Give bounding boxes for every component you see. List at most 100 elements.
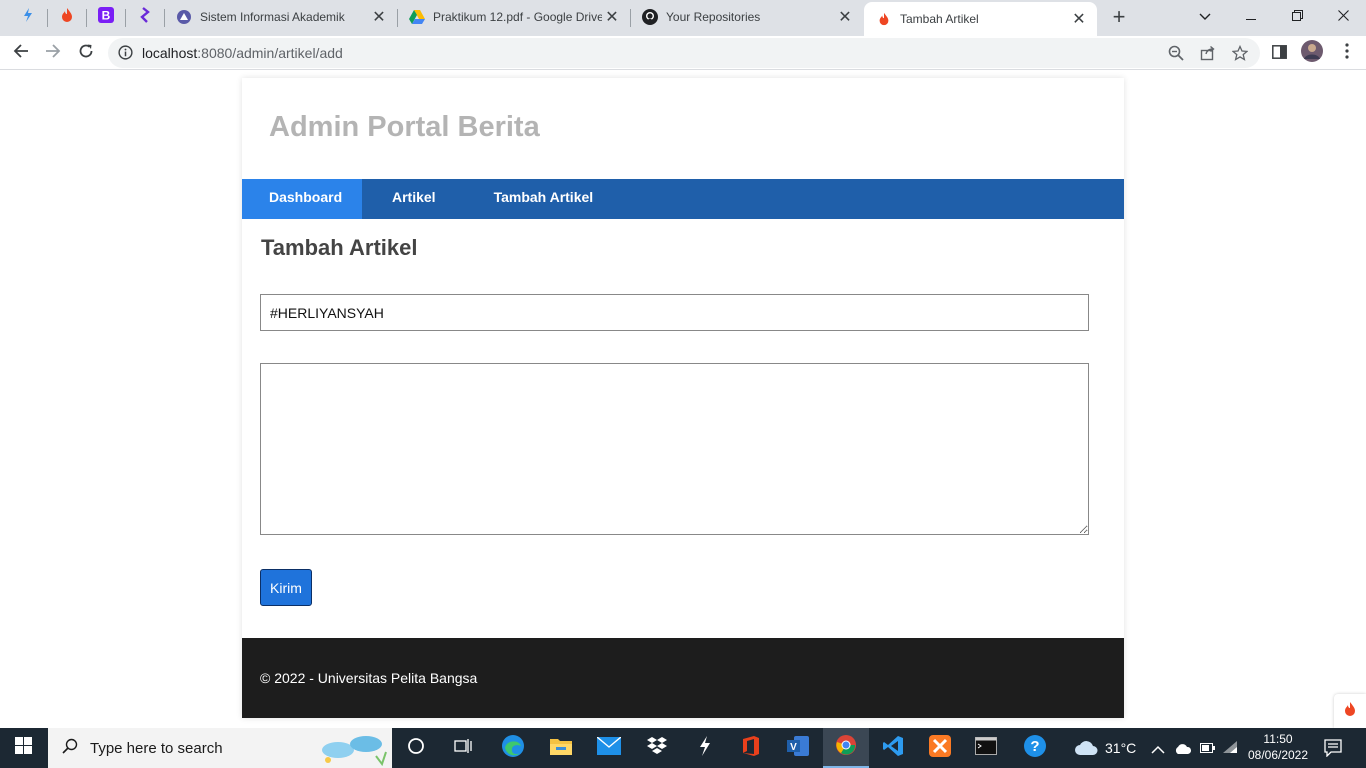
page-container: Admin Portal Berita Dashboard Artikel Ta… bbox=[242, 78, 1124, 718]
svg-text:?: ? bbox=[1030, 738, 1039, 755]
university-logo-icon bbox=[176, 9, 192, 25]
taskbar-chrome[interactable] bbox=[823, 728, 869, 768]
taskbar-terminal[interactable] bbox=[963, 728, 1009, 768]
close-tab-icon[interactable]: ✕ bbox=[602, 7, 622, 27]
taskbar-vscode[interactable] bbox=[870, 728, 916, 768]
taskbar-file-explorer[interactable] bbox=[538, 728, 584, 768]
svg-text:B: B bbox=[102, 8, 111, 22]
avatar bbox=[1301, 39, 1323, 67]
tab-title: Your Repositories bbox=[666, 10, 761, 24]
stripe-s-icon bbox=[137, 6, 153, 28]
minimize-icon bbox=[1246, 8, 1256, 24]
tab-title: Sistem Informasi Akademik bbox=[200, 10, 345, 24]
help-icon: ? bbox=[1023, 734, 1047, 763]
nav-artikel[interactable]: Artikel bbox=[362, 179, 464, 219]
taskbar-app[interactable] bbox=[682, 728, 728, 768]
taskbar-search-box[interactable]: Type here to search bbox=[48, 728, 392, 768]
debug-toolbar-button[interactable] bbox=[1334, 694, 1366, 728]
close-tab-icon[interactable]: ✕ bbox=[1069, 9, 1089, 29]
nav-tambah-artikel[interactable]: Tambah Artikel bbox=[464, 179, 622, 219]
notification-icon[interactable] bbox=[1324, 739, 1342, 762]
bootstrap-icon: B bbox=[98, 6, 114, 28]
side-panel-button[interactable] bbox=[1266, 40, 1292, 66]
wifi-icon[interactable] bbox=[1222, 740, 1238, 759]
close-icon bbox=[1337, 8, 1349, 24]
edge-icon bbox=[501, 734, 525, 763]
close-tab-icon[interactable]: ✕ bbox=[835, 7, 855, 27]
close-window-button[interactable] bbox=[1320, 0, 1366, 32]
mail-icon bbox=[596, 735, 622, 760]
clock-time: 11:50 bbox=[1263, 732, 1293, 746]
pinned-tab-1[interactable] bbox=[8, 0, 48, 34]
windows-taskbar: Type here to search V ? 31°C 11:50 08/06… bbox=[0, 728, 1366, 768]
tab-google-drive[interactable]: Praktikum 12.pdf - Google Drive ✕ bbox=[397, 0, 630, 34]
task-view-icon bbox=[454, 738, 472, 759]
profile-avatar[interactable] bbox=[1299, 39, 1325, 67]
browser-toolbar: localhost:8080/admin/artikel/add bbox=[0, 36, 1366, 70]
page-viewport: Admin Portal Berita Dashboard Artikel Ta… bbox=[0, 70, 1366, 728]
terminal-icon bbox=[975, 736, 997, 760]
flame-icon bbox=[1342, 701, 1358, 722]
new-tab-button[interactable]: + bbox=[1106, 4, 1132, 30]
taskbar-help[interactable]: ? bbox=[1012, 728, 1058, 768]
search-icon bbox=[62, 738, 78, 759]
flame-icon bbox=[59, 7, 75, 28]
taskbar-dropbox[interactable] bbox=[634, 728, 680, 768]
taskbar-visio[interactable]: V bbox=[775, 728, 821, 768]
github-icon bbox=[642, 9, 658, 25]
lightning-app-icon bbox=[697, 735, 713, 762]
onedrive-icon[interactable] bbox=[1174, 742, 1192, 760]
url-host: localhost bbox=[142, 45, 198, 61]
task-view-button[interactable] bbox=[440, 728, 486, 768]
side-panel-icon bbox=[1271, 43, 1287, 64]
system-clock[interactable]: 11:50 08/06/2022 bbox=[1240, 731, 1316, 763]
tab-github[interactable]: Your Repositories ✕ bbox=[630, 0, 863, 34]
taskbar-mail[interactable] bbox=[586, 728, 632, 768]
taskbar-office[interactable] bbox=[728, 728, 774, 768]
pinned-tab-2[interactable] bbox=[47, 0, 87, 34]
back-button[interactable] bbox=[8, 40, 34, 66]
nav-dashboard[interactable]: Dashboard bbox=[242, 179, 362, 219]
tab-sistem-informasi[interactable]: Sistem Informasi Akademik ✕ bbox=[164, 0, 397, 34]
taskbar-xampp[interactable] bbox=[917, 728, 963, 768]
share-icon[interactable] bbox=[1200, 45, 1216, 66]
arrow-left-icon bbox=[13, 43, 29, 64]
forward-button[interactable] bbox=[40, 40, 66, 66]
taskbar-edge[interactable] bbox=[490, 728, 536, 768]
browser-tab-strip: B Sistem Informasi Akademik ✕ Praktikum … bbox=[0, 0, 1366, 36]
page-title: Tambah Artikel bbox=[261, 235, 418, 260]
site-footer: © 2022 - Universitas Pelita Bangsa bbox=[242, 638, 1124, 718]
cortana-circle-icon bbox=[407, 737, 425, 760]
tab-search-button[interactable] bbox=[1182, 0, 1228, 32]
tab-title: Tambah Artikel bbox=[900, 12, 979, 26]
kirim-button[interactable]: Kirim bbox=[260, 569, 312, 606]
minimize-button[interactable] bbox=[1228, 0, 1274, 32]
pinned-tab-3[interactable]: B bbox=[86, 0, 126, 34]
tab-tambah-artikel[interactable]: Tambah Artikel ✕ bbox=[864, 2, 1097, 36]
close-tab-icon[interactable]: ✕ bbox=[369, 7, 389, 27]
visio-icon: V bbox=[786, 735, 810, 762]
judul-input[interactable] bbox=[260, 294, 1089, 331]
start-button[interactable] bbox=[0, 728, 46, 768]
restore-button[interactable] bbox=[1274, 0, 1320, 32]
cortana-button[interactable] bbox=[393, 728, 439, 768]
site-header: Admin Portal Berita bbox=[242, 78, 1124, 179]
vscode-icon bbox=[882, 735, 904, 762]
star-icon[interactable] bbox=[1231, 44, 1249, 66]
isi-textarea[interactable] bbox=[260, 363, 1089, 535]
battery-icon[interactable] bbox=[1200, 741, 1216, 759]
kebab-menu-icon bbox=[1345, 42, 1349, 64]
main-nav: Dashboard Artikel Tambah Artikel bbox=[242, 179, 1124, 219]
url-path: :8080/admin/artikel/add bbox=[197, 45, 343, 61]
zoom-icon[interactable] bbox=[1168, 45, 1184, 66]
address-bar[interactable]: localhost:8080/admin/artikel/add bbox=[108, 38, 1260, 68]
site-title: Admin Portal Berita bbox=[269, 111, 540, 143]
chevron-up-icon[interactable] bbox=[1151, 742, 1165, 760]
clock-date: 08/06/2022 bbox=[1247, 748, 1309, 762]
menu-button[interactable] bbox=[1334, 40, 1360, 66]
info-icon[interactable] bbox=[118, 45, 133, 65]
pinned-tab-4[interactable] bbox=[125, 0, 165, 34]
weather-temperature[interactable]: 31°C bbox=[1105, 740, 1136, 756]
url-text: localhost:8080/admin/artikel/add bbox=[142, 45, 343, 61]
reload-button[interactable] bbox=[73, 40, 99, 66]
